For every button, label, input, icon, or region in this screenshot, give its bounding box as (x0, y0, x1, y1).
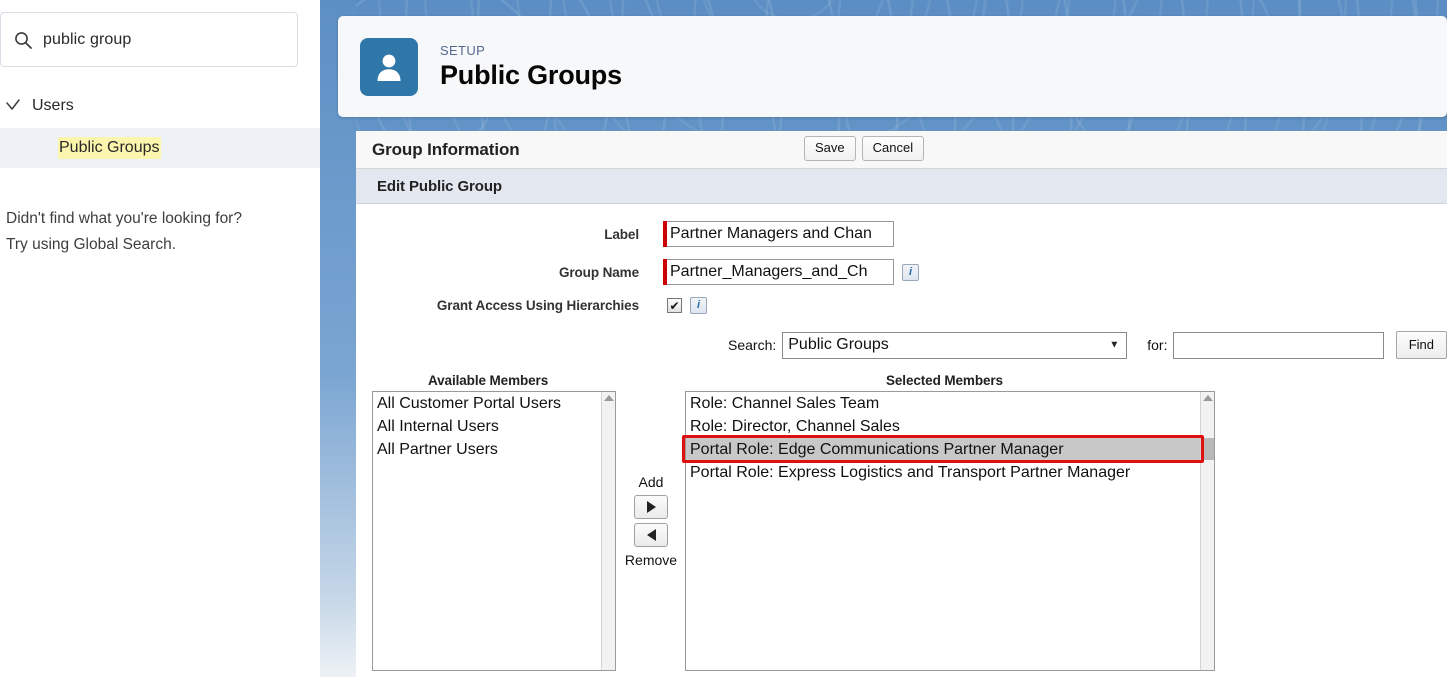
edit-group-form: Label Group Name i Grant Access Using Hi… (356, 204, 1447, 671)
search-icon (13, 30, 33, 50)
available-members-listbox[interactable]: All Customer Portal Users All Internal Us… (372, 391, 616, 671)
available-members-items: All Customer Portal Users All Internal Us… (373, 392, 601, 461)
available-member-item[interactable]: All Customer Portal Users (373, 392, 601, 415)
sidebar-public-groups-label: Public Groups (58, 137, 161, 159)
member-search-row: Search: Public Groups ▼ for: Find (728, 331, 1447, 359)
sidebar-users-label: Users (32, 97, 74, 114)
grant-access-field-control: ✔ i (667, 297, 707, 314)
group-name-field-label: Group Name (558, 264, 639, 280)
remove-button[interactable] (634, 523, 668, 547)
app-root: public group Users Public Groups Didn't … (0, 0, 1447, 677)
section-title: Edit Public Group (377, 177, 502, 195)
selected-members-scrollbar[interactable] (1200, 392, 1214, 670)
add-label: Add (638, 474, 664, 490)
available-member-item[interactable]: All Partner Users (373, 438, 601, 461)
page-title: Public Groups (440, 59, 622, 90)
search-input-value[interactable]: public group (43, 31, 131, 49)
grant-access-checkbox[interactable]: ✔ (667, 298, 682, 313)
transfer-buttons: Add Remove (622, 473, 680, 569)
for-label: for: (1147, 337, 1168, 353)
chevron-down-icon (4, 97, 22, 115)
label-field-row: Label (356, 221, 1447, 247)
chevron-down-icon: ▼ (1109, 339, 1120, 351)
sidebar-item-users[interactable]: Users (0, 88, 320, 124)
selected-member-item[interactable]: Role: Director, Channel Sales (686, 415, 1200, 438)
group-information-title: Group Information (372, 140, 520, 159)
search-label: Search: (728, 337, 777, 353)
user-icon (360, 37, 418, 96)
selected-members-items: Role: Channel Sales Team Role: Director, … (686, 392, 1200, 484)
arrow-right-icon (646, 501, 656, 513)
find-button[interactable]: Find (1395, 331, 1447, 359)
setup-header-texts: SETUP Public Groups (440, 43, 622, 91)
search-term-input[interactable] (1173, 331, 1384, 359)
selected-members-header: Selected Members (886, 373, 1003, 388)
grant-access-field-label: Grant Access Using Hierarchies (436, 298, 639, 313)
info-icon[interactable]: i (690, 297, 707, 314)
group-name-input[interactable] (667, 259, 894, 285)
grant-access-field-row: Grant Access Using Hierarchies ✔ i (356, 297, 1447, 314)
scroll-up-icon[interactable] (1202, 395, 1213, 401)
label-field-control (663, 221, 894, 247)
group-information-bar: Group Information Save Cancel (356, 132, 1447, 169)
setup-header-card: SETUP Public Groups (338, 16, 1447, 117)
label-field-label: Label (604, 226, 639, 242)
selected-member-item[interactable]: Portal Role: Edge Communications Partner… (686, 438, 1200, 461)
add-button[interactable] (634, 495, 668, 519)
sidebar-hint-line-1: Didn't find what you're looking for? (6, 210, 242, 227)
quick-find-search[interactable]: public group (0, 12, 298, 67)
save-button[interactable]: Save (804, 136, 856, 161)
selected-member-item[interactable]: Role: Channel Sales Team (686, 392, 1200, 415)
label-input[interactable] (667, 221, 894, 247)
sidebar-item-public-groups[interactable]: Public Groups (0, 128, 320, 168)
sidebar-hint: Didn't find what you're looking for? Try… (6, 206, 306, 258)
group-name-field-control: i (663, 259, 919, 285)
available-members-header: Available Members (428, 373, 549, 388)
arrow-left-icon (646, 529, 656, 541)
cancel-button[interactable]: Cancel (861, 136, 925, 161)
available-member-item[interactable]: All Internal Users (373, 415, 601, 438)
edit-public-group-section-header: Edit Public Group (356, 169, 1447, 204)
scroll-up-icon[interactable] (603, 395, 614, 401)
form-action-buttons: Save Cancel (804, 136, 925, 161)
main-content-panel: Group Information Save Cancel Edit Publi… (356, 131, 1447, 677)
available-members-scrollbar[interactable] (601, 392, 615, 670)
selected-members-listbox[interactable]: Role: Channel Sales Team Role: Director, … (685, 391, 1215, 671)
search-type-select[interactable]: Public Groups ▼ (782, 331, 1128, 359)
info-icon[interactable]: i (902, 263, 919, 281)
setup-eyebrow: SETUP (440, 42, 486, 58)
setup-sidebar: public group Users Public Groups Didn't … (0, 0, 320, 677)
remove-label: Remove (624, 552, 678, 568)
group-name-field-row: Group Name i (356, 259, 1447, 285)
selected-member-item[interactable]: Portal Role: Express Logistics and Trans… (686, 461, 1200, 484)
search-type-select-value[interactable]: Public Groups (782, 331, 1128, 359)
sidebar-hint-line-2: Try using Global Search. (6, 236, 177, 253)
